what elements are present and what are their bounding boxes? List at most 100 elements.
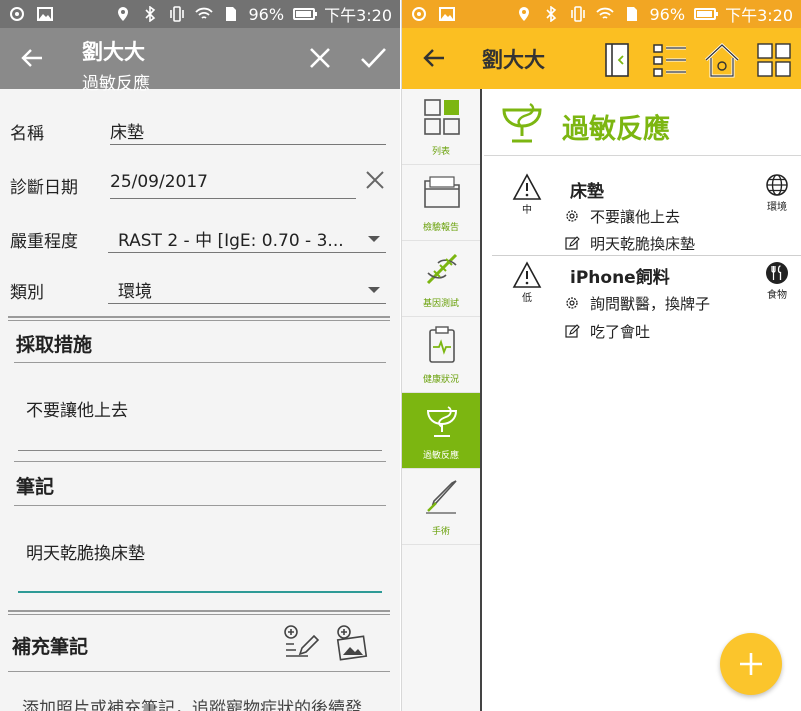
rail-label: 列表 xyxy=(431,147,450,157)
pet-name-title: 劉大大 xyxy=(482,48,545,72)
category-value: 環境 xyxy=(118,282,152,302)
name-field[interactable]: 床墊 xyxy=(110,113,386,145)
allergy-list-screen: 96% 下午3:20 劉大大 列表 檢驗報告 基因測試 健康狀況 過敏反應 手術… xyxy=(401,0,801,711)
list-view-button[interactable] xyxy=(650,40,690,80)
back-button[interactable] xyxy=(420,44,448,72)
status-bar: 96% 下午3:20 xyxy=(0,0,400,28)
app-bar: 劉大大 過敏反應 xyxy=(0,28,400,94)
add-note-icon xyxy=(284,625,320,657)
clock: 下午3:20 xyxy=(725,6,793,25)
status-bar: 96% 下午3:20 xyxy=(402,0,801,28)
save-button[interactable] xyxy=(357,42,389,74)
rail-item-allergies[interactable]: 過敏反應 xyxy=(402,393,480,469)
gear-icon xyxy=(564,295,580,311)
rail-item-surgery[interactable]: 手術 xyxy=(402,469,480,545)
divider xyxy=(14,461,386,462)
battery-icon xyxy=(293,8,318,20)
pet-house-icon xyxy=(704,42,740,78)
checklist-icon xyxy=(653,44,686,77)
back-button[interactable] xyxy=(18,44,46,72)
note-text: 吃了會吐 xyxy=(590,323,651,341)
clear-date-button[interactable] xyxy=(364,169,386,191)
divider xyxy=(8,316,390,318)
warning-icon xyxy=(512,173,542,201)
folder-icon xyxy=(422,173,462,213)
add-photo-button[interactable] xyxy=(335,624,373,662)
divider xyxy=(8,671,390,672)
dropdown-caret-icon xyxy=(368,236,380,242)
close-icon xyxy=(366,171,384,189)
measures-title: 採取措施 xyxy=(16,334,93,356)
measure-text: 不要讓他上去 xyxy=(590,208,681,226)
severity-row: 嚴重程度 RAST 2 - 中 [IgE: 0.70 - 3... xyxy=(0,211,400,263)
notes-title: 筆記 xyxy=(16,476,55,498)
clock: 下午3:20 xyxy=(324,6,392,25)
section-rail: 列表 檢驗報告 基因測試 健康狀況 過敏反應 手術 xyxy=(402,89,482,711)
diagnosis-date-field[interactable]: 25/09/2017 xyxy=(110,167,356,199)
rail-item-health-status[interactable]: 健康狀況 xyxy=(402,317,480,393)
name-label: 名稱 xyxy=(10,124,44,144)
vibrate-icon xyxy=(168,6,186,22)
image-icon xyxy=(438,6,456,22)
page-header: 過敏反應 xyxy=(484,89,801,156)
screen-subtitle: 過敏反應 xyxy=(82,74,150,94)
back-arrow-icon xyxy=(423,49,444,67)
clipboard-pulse-icon xyxy=(422,325,462,365)
allergy-list: 過敏反應 中 床墊 環境 不要讓他上去 明天乾脆換床墊 低 iPhone飼料 食… xyxy=(484,89,801,711)
battery-percent: 96% xyxy=(649,4,686,24)
measure-line: 詢問獸醫，換牌子 xyxy=(564,293,710,314)
note-line: 吃了會吐 xyxy=(564,321,650,342)
sim-card-icon xyxy=(623,6,641,22)
dropdown-caret-icon xyxy=(368,287,380,293)
home-button[interactable] xyxy=(702,40,742,80)
rail-item-lab-reports[interactable]: 檢驗報告 xyxy=(402,165,480,241)
allergy-title: 床墊 xyxy=(570,182,604,202)
divider xyxy=(8,610,390,612)
edit-allergy-screen: 96% 下午3:20 劉大大 過敏反應 名稱 床墊 診斷日期 25/09/201… xyxy=(0,0,400,711)
diagnosis-date-label: 診斷日期 xyxy=(10,178,78,198)
note-edit-icon xyxy=(564,323,580,339)
note-edit-icon xyxy=(564,235,580,251)
vibrate-icon xyxy=(569,6,587,22)
note-text: 明天乾脆換床墊 xyxy=(590,235,696,253)
allergy-entry[interactable]: 中 床墊 環境 不要讓他上去 明天乾脆換床墊 xyxy=(484,173,801,255)
rail-item-list[interactable]: 列表 xyxy=(402,89,480,165)
severity-level: 中 xyxy=(522,205,532,216)
battery-percent: 96% xyxy=(248,4,285,24)
app-bar: 劉大大 xyxy=(402,28,801,89)
sim-card-icon xyxy=(222,6,240,22)
note-line: 明天乾脆換床墊 xyxy=(564,233,695,254)
dashboard-button[interactable] xyxy=(754,40,794,80)
supplement-hint: 添加照片或補充筆記，追蹤寵物症狀的後續發 xyxy=(22,699,362,711)
check-icon xyxy=(361,48,386,68)
close-icon xyxy=(310,48,330,68)
rail-item-genetic-test[interactable]: 基因測試 xyxy=(402,241,480,317)
allergy-entry[interactable]: 低 iPhone飼料 食物 詢問獸醫，換牌子 吃了會吐 xyxy=(484,261,801,343)
measure-text: 詢問獸醫，換牌子 xyxy=(590,295,711,313)
bowl-of-hygieia-icon xyxy=(498,98,546,146)
location-icon xyxy=(515,6,533,22)
pet-name-title: 劉大大 xyxy=(82,40,145,64)
measures-text[interactable]: 不要讓他上去 xyxy=(26,396,128,421)
door-icon xyxy=(605,43,629,77)
grid-icon xyxy=(422,97,462,137)
cancel-button[interactable] xyxy=(304,42,336,74)
rail-label: 手術 xyxy=(431,527,450,537)
door-button[interactable] xyxy=(598,40,638,80)
measures-input-underline xyxy=(18,450,382,451)
add-note-button[interactable] xyxy=(282,624,320,662)
severity-dropdown[interactable]: RAST 2 - 中 [IgE: 0.70 - 3... xyxy=(108,221,386,253)
category-label: 類別 xyxy=(10,283,44,303)
sync-icon xyxy=(410,6,428,22)
bowl-of-hygieia-icon xyxy=(422,401,462,441)
rail-label: 過敏反應 xyxy=(422,451,459,461)
notes-text[interactable]: 明天乾脆換床墊 xyxy=(26,539,145,564)
battery-icon xyxy=(694,8,719,20)
sync-icon xyxy=(8,6,26,22)
category-dropdown[interactable]: 環境 xyxy=(108,272,386,304)
severity-level: 低 xyxy=(522,293,532,304)
diagnosis-date-row: 診斷日期 25/09/2017 xyxy=(0,157,400,209)
category-label: 食物 xyxy=(767,290,787,301)
image-icon xyxy=(36,6,54,22)
add-allergy-button[interactable] xyxy=(720,633,782,695)
